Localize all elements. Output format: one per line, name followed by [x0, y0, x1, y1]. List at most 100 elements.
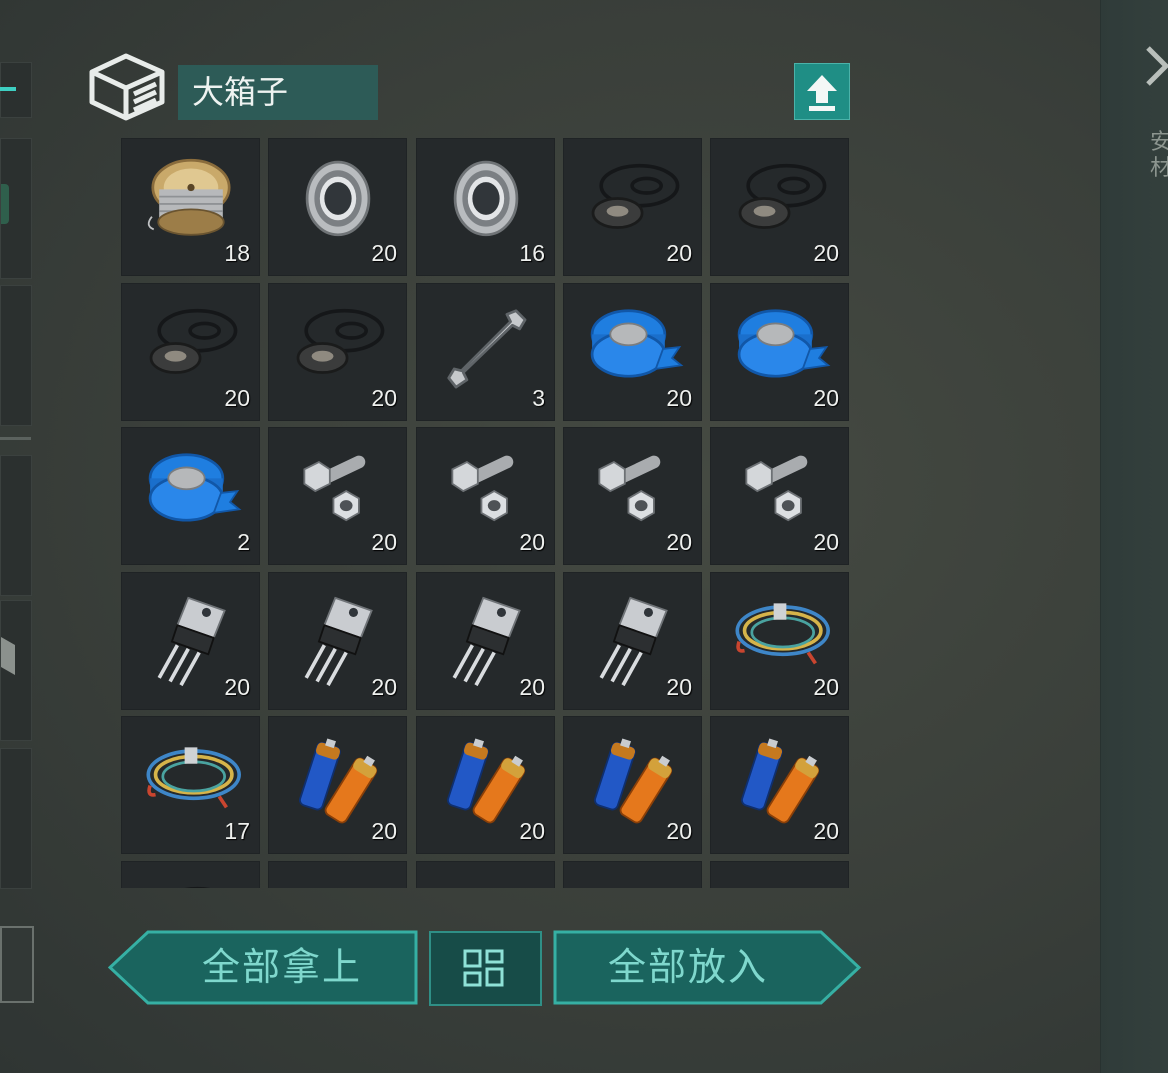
- batteries-icon: [594, 738, 673, 824]
- upload-button[interactable]: [794, 63, 850, 120]
- put-all-label: 全部放入: [607, 945, 768, 989]
- gasket-set-icon: [149, 308, 238, 374]
- item-quantity: 20: [371, 674, 397, 700]
- gasket-set-icon: [184, 886, 210, 888]
- inventory-slot[interactable]: 20: [563, 572, 702, 710]
- wire-bundle-icon: [735, 603, 830, 665]
- inventory-slot[interactable]: 20: [563, 427, 702, 565]
- item-quantity: 20: [224, 674, 250, 700]
- left-slot[interactable]: [0, 285, 32, 426]
- inventory-slot[interactable]: [121, 861, 260, 888]
- blue-tape-icon: [737, 309, 831, 378]
- wire-bundle-icon: [146, 747, 241, 809]
- inventory-slot[interactable]: 20: [121, 572, 260, 710]
- inventory-slot[interactable]: 20: [268, 572, 407, 710]
- item-quantity: 20: [519, 674, 545, 700]
- close-icon[interactable]: [1140, 42, 1168, 92]
- inventory-slot[interactable]: 3: [416, 283, 555, 421]
- bolt-nut-icon: [745, 455, 808, 522]
- item-quantity: 3: [532, 385, 545, 411]
- gasket-set-icon: [591, 163, 680, 229]
- inventory-slot[interactable]: 2: [121, 427, 260, 565]
- transistor-icon: [304, 596, 373, 687]
- item-quantity: 20: [813, 385, 839, 411]
- item-quantity: 20: [371, 529, 397, 555]
- inventory-slot[interactable]: 20: [710, 283, 849, 421]
- inventory-slot[interactable]: 20: [563, 283, 702, 421]
- transistor-icon: [599, 596, 668, 687]
- left-slot[interactable]: [0, 748, 32, 889]
- item-quantity: 20: [813, 674, 839, 700]
- inventory-slot[interactable]: 20: [268, 283, 407, 421]
- transistor-icon: [157, 596, 226, 687]
- item-quantity: 16: [519, 240, 545, 266]
- left-slot[interactable]: [0, 600, 32, 741]
- inventory-slot[interactable]: 20: [710, 572, 849, 710]
- item-quantity: 20: [371, 240, 397, 266]
- item-quantity: 20: [371, 818, 397, 844]
- inventory-slot[interactable]: [416, 861, 555, 888]
- item-quantity: 20: [813, 240, 839, 266]
- left-button[interactable]: [0, 926, 34, 1003]
- upload-arrow-icon: [807, 75, 837, 111]
- inventory-slot[interactable]: 20: [416, 427, 555, 565]
- inventory-slot[interactable]: [710, 861, 849, 888]
- inventory-slot[interactable]: 20: [416, 716, 555, 854]
- bolt-nut-icon: [598, 455, 661, 522]
- inventory-slot[interactable]: 20: [121, 283, 260, 421]
- left-tab-accent: [0, 87, 16, 91]
- inventory-slot[interactable]: 20: [416, 572, 555, 710]
- item-quantity: 20: [813, 529, 839, 555]
- left-slot[interactable]: [0, 138, 32, 279]
- inventory-slot[interactable]: 20: [563, 716, 702, 854]
- inventory-slot[interactable]: 17: [121, 716, 260, 854]
- bearing-icon: [305, 160, 371, 237]
- inventory-slot[interactable]: 20: [710, 427, 849, 565]
- box-stack-icon: [89, 53, 165, 121]
- batteries-icon: [299, 738, 378, 824]
- item-quantity: 20: [371, 385, 397, 411]
- item-quantity: 20: [666, 818, 692, 844]
- put-all-button[interactable]: 全部放入: [553, 930, 863, 1005]
- bolt-nut-icon: [303, 455, 366, 522]
- item-quantity: 20: [224, 385, 250, 411]
- item-quantity: 20: [666, 385, 692, 411]
- batteries-icon: [447, 738, 526, 824]
- inventory-slot[interactable]: 20: [710, 138, 849, 276]
- side-panel-text: 安 材: [1150, 130, 1168, 181]
- item-quantity: 17: [224, 818, 250, 844]
- container-title: 大箱子: [178, 65, 378, 120]
- item-quantity: 2: [237, 529, 250, 555]
- wire-spool-icon: [147, 158, 231, 236]
- item-quantity: 18: [224, 240, 250, 266]
- inventory-slot[interactable]: 20: [268, 716, 407, 854]
- grid-sort-icon: [463, 949, 504, 987]
- take-all-label: 全部拿上: [201, 945, 362, 989]
- left-divider: [0, 437, 31, 440]
- inventory-slot[interactable]: 20: [563, 138, 702, 276]
- transistor-icon: [452, 596, 521, 687]
- gasket-set-icon: [738, 163, 827, 229]
- item-quantity: 20: [813, 818, 839, 844]
- item-quantity: 20: [519, 818, 545, 844]
- item-quantity: 20: [519, 529, 545, 555]
- inventory-slot[interactable]: 16: [416, 138, 555, 276]
- left-slot[interactable]: [0, 455, 32, 596]
- inventory-grid: 18 20 16 20 20 20 20 3 20 20 2 20 20 20 …: [121, 138, 850, 888]
- batteries-icon: [741, 738, 820, 824]
- blue-tape-icon: [590, 309, 684, 378]
- item-quantity: 20: [666, 674, 692, 700]
- wrench-icon: [447, 309, 527, 389]
- gasket-set-icon: [296, 308, 385, 374]
- inventory-slot[interactable]: 18: [121, 138, 260, 276]
- inventory-slot[interactable]: 20: [268, 427, 407, 565]
- inventory-slot[interactable]: 20: [710, 716, 849, 854]
- take-all-button[interactable]: 全部拿上: [108, 930, 418, 1005]
- inventory-slot[interactable]: [268, 861, 407, 888]
- bolt-nut-icon: [451, 455, 514, 522]
- sort-button[interactable]: [429, 931, 542, 1006]
- inventory-slot[interactable]: 20: [268, 138, 407, 276]
- inventory-slot[interactable]: [563, 861, 702, 888]
- item-quantity: 20: [666, 529, 692, 555]
- item-quantity: 20: [666, 240, 692, 266]
